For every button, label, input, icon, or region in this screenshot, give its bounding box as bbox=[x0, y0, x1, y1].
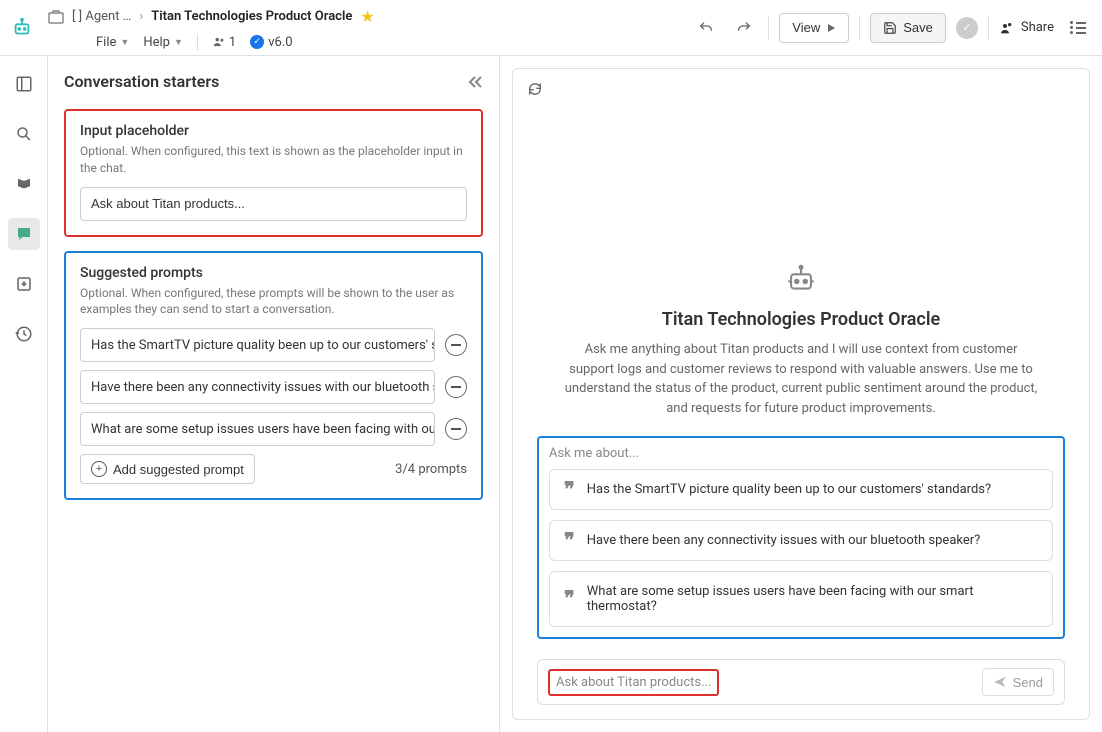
prompt-input[interactable]: Has the SmartTV picture quality been up … bbox=[80, 328, 435, 362]
bot-title: Titan Technologies Product Oracle bbox=[662, 309, 940, 330]
redo-icon bbox=[736, 20, 752, 36]
search-icon bbox=[15, 125, 33, 143]
save-button[interactable]: Save bbox=[870, 13, 946, 43]
breadcrumb-folder[interactable]: [ ] Agent … bbox=[72, 9, 131, 24]
prompt-input[interactable]: What are some setup issues users have be… bbox=[80, 412, 435, 446]
prompt-text: Have there been any connectivity issues … bbox=[587, 533, 981, 548]
layout-icon bbox=[15, 75, 33, 93]
chevron-down-icon: ▼ bbox=[174, 37, 183, 48]
version-badge[interactable]: ✓ v6.0 bbox=[250, 35, 292, 50]
app-logo bbox=[8, 14, 36, 42]
save-button-label: Save bbox=[903, 20, 933, 35]
bot-avatar-icon bbox=[784, 263, 818, 297]
add-prompt-button[interactable]: + Add suggested prompt bbox=[80, 454, 255, 484]
remove-prompt-button[interactable] bbox=[445, 418, 467, 440]
sidebar-item-data[interactable] bbox=[8, 168, 40, 200]
left-panel: Conversation starters Input placeholder … bbox=[48, 56, 500, 732]
send-button-label: Send bbox=[1013, 675, 1043, 690]
chat-icon bbox=[15, 225, 33, 243]
sidebar-item-export[interactable] bbox=[8, 268, 40, 300]
prompt-row: Has the SmartTV picture quality been up … bbox=[80, 328, 467, 362]
sidebar-item-history[interactable] bbox=[8, 318, 40, 350]
quote-icon: ❞ bbox=[564, 536, 575, 546]
breadcrumb-separator: › bbox=[139, 9, 143, 24]
input-placeholder-section: Input placeholder Optional. When configu… bbox=[64, 109, 483, 237]
file-menu-label: File bbox=[96, 35, 116, 50]
placeholder-input[interactable] bbox=[80, 187, 467, 221]
send-icon bbox=[993, 675, 1007, 689]
suggested-prompt-item[interactable]: ❞ Have there been any connectivity issue… bbox=[549, 520, 1053, 561]
prompt-text: What are some setup issues users have be… bbox=[587, 584, 1038, 614]
users-count[interactable]: 1 bbox=[212, 35, 236, 50]
view-button-label: View bbox=[792, 20, 820, 35]
suggested-prompt-item[interactable]: ❞ Has the SmartTV picture quality been u… bbox=[549, 469, 1053, 510]
bot-description: Ask me anything about Titan products and… bbox=[561, 340, 1041, 418]
prompt-row: What are some setup issues users have be… bbox=[80, 412, 467, 446]
topbar: [ ] Agent … › Titan Technologies Product… bbox=[0, 0, 1102, 56]
minus-icon bbox=[451, 428, 461, 430]
section-description: Optional. When configured, these prompts… bbox=[80, 285, 467, 319]
suggested-prompts-preview: Ask me about... ❞ Has the SmartTV pictur… bbox=[537, 436, 1065, 639]
prompts-counter: 3/4 prompts bbox=[395, 462, 467, 477]
ask-label: Ask me about... bbox=[549, 446, 1053, 461]
history-icon bbox=[15, 325, 33, 343]
version-label: v6.0 bbox=[268, 35, 292, 50]
quote-icon: ❞ bbox=[564, 594, 575, 604]
add-prompt-label: Add suggested prompt bbox=[113, 462, 244, 477]
folder-icon bbox=[48, 10, 64, 24]
sidebar-item-layout[interactable] bbox=[8, 68, 40, 100]
star-icon[interactable]: ★ bbox=[360, 7, 374, 26]
section-title: Suggested prompts bbox=[80, 265, 467, 281]
breadcrumb-title[interactable]: Titan Technologies Product Oracle bbox=[151, 9, 352, 24]
minus-icon bbox=[451, 344, 461, 346]
quote-icon: ❞ bbox=[564, 485, 575, 495]
undo-button[interactable] bbox=[692, 14, 720, 42]
remove-prompt-button[interactable] bbox=[445, 376, 467, 398]
panel-title: Conversation starters bbox=[64, 72, 219, 91]
users-count-value: 1 bbox=[229, 35, 236, 50]
prompt-text: Has the SmartTV picture quality been up … bbox=[587, 482, 991, 497]
play-icon bbox=[826, 23, 836, 33]
refresh-icon bbox=[527, 81, 543, 97]
chat-input-placeholder: Ask about Titan products... bbox=[548, 669, 719, 696]
share-button[interactable]: Share bbox=[999, 20, 1054, 36]
remove-prompt-button[interactable] bbox=[445, 334, 467, 356]
redo-button[interactable] bbox=[730, 14, 758, 42]
help-menu[interactable]: Help ▼ bbox=[143, 35, 183, 50]
sidebar-item-chat[interactable] bbox=[8, 218, 40, 250]
suggested-prompt-item[interactable]: ❞ What are some setup issues users have … bbox=[549, 571, 1053, 627]
refresh-button[interactable] bbox=[527, 81, 543, 97]
sidebar bbox=[0, 56, 48, 732]
chat-input[interactable]: Ask about Titan products... Send bbox=[537, 659, 1065, 705]
breadcrumb: [ ] Agent … › Titan Technologies Product… bbox=[42, 7, 375, 26]
file-menu[interactable]: File ▼ bbox=[96, 35, 129, 50]
share-button-label: Share bbox=[1021, 20, 1054, 35]
undo-icon bbox=[698, 20, 714, 36]
check-circle-icon: ✓ bbox=[250, 35, 264, 49]
save-icon bbox=[883, 21, 897, 35]
prompt-input[interactable]: Have there been any connectivity issues … bbox=[80, 370, 435, 404]
share-icon bbox=[999, 20, 1015, 36]
more-menu[interactable] bbox=[1064, 21, 1086, 34]
help-menu-label: Help bbox=[143, 35, 170, 50]
prompt-row: Have there been any connectivity issues … bbox=[80, 370, 467, 404]
flag-icon bbox=[15, 175, 33, 193]
chevron-down-icon: ▼ bbox=[120, 37, 129, 48]
sidebar-item-search[interactable] bbox=[8, 118, 40, 150]
suggested-prompts-section: Suggested prompts Optional. When configu… bbox=[64, 251, 483, 501]
right-panel: Titan Technologies Product Oracle Ask me… bbox=[500, 56, 1102, 732]
section-description: Optional. When configured, this text is … bbox=[80, 143, 467, 177]
plus-circle-icon: + bbox=[91, 461, 107, 477]
send-button[interactable]: Send bbox=[982, 668, 1054, 696]
chevron-double-left-icon bbox=[467, 75, 483, 89]
section-title: Input placeholder bbox=[80, 123, 467, 139]
collapse-button[interactable] bbox=[467, 75, 483, 89]
preview-card: Titan Technologies Product Oracle Ask me… bbox=[512, 68, 1090, 720]
users-icon bbox=[212, 35, 226, 49]
view-button[interactable]: View bbox=[779, 13, 849, 43]
export-icon bbox=[15, 275, 33, 293]
minus-icon bbox=[451, 386, 461, 388]
status-check-icon: ✓ bbox=[956, 17, 978, 39]
